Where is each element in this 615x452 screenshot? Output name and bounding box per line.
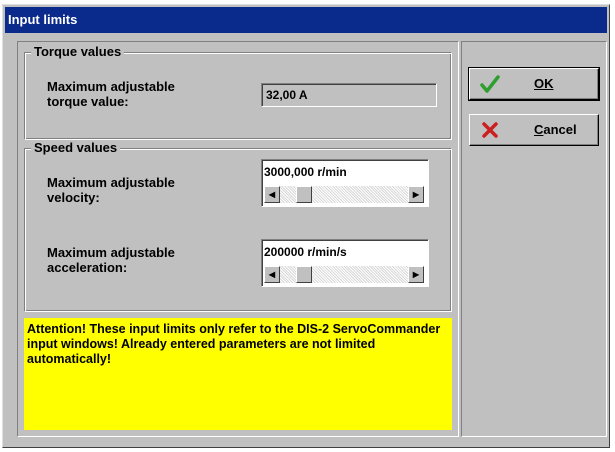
settings-panel: Torque values Maximum adjustable torque … xyxy=(17,41,459,437)
torque-values-group: Torque values Maximum adjustable torque … xyxy=(24,44,452,140)
warning-message: Attention! These input limits only refer… xyxy=(24,318,452,430)
torque-value-display: 32,00 A xyxy=(261,83,437,107)
cancel-mnemonic: C xyxy=(534,122,544,137)
acceleration-scrollbar[interactable]: ◀ ▶ xyxy=(264,266,424,283)
scroll-right-icon[interactable]: ▶ xyxy=(408,186,424,203)
torque-value-label: Maximum adjustable torque value: xyxy=(47,79,175,109)
velocity-field: ◀ ▶ xyxy=(261,159,429,207)
title-bar[interactable]: Input limits xyxy=(5,7,607,33)
acceleration-input[interactable] xyxy=(264,242,424,262)
acceleration-field: ◀ ▶ xyxy=(261,239,429,287)
speed-values-legend: Speed values xyxy=(31,140,121,156)
velocity-scroll-thumb[interactable] xyxy=(296,186,312,203)
button-panel: OK Cancel xyxy=(461,41,607,437)
acceleration-scroll-thumb[interactable] xyxy=(296,266,312,283)
acceleration-label: Maximum adjustable acceleration: xyxy=(47,245,175,275)
velocity-label: Maximum adjustable velocity: xyxy=(47,175,175,205)
ok-button[interactable]: OK xyxy=(468,67,600,101)
cross-icon xyxy=(482,122,498,138)
input-limits-dialog: Input limits Torque values Maximum adjus… xyxy=(2,4,610,448)
cancel-button-label: Cancel xyxy=(534,115,577,145)
scroll-right-icon[interactable]: ▶ xyxy=(408,266,424,283)
cancel-button[interactable]: Cancel xyxy=(469,114,599,146)
checkmark-icon xyxy=(480,75,500,93)
scroll-left-icon[interactable]: ◀ xyxy=(264,266,280,283)
velocity-scrollbar[interactable]: ◀ ▶ xyxy=(264,186,424,203)
torque-values-legend: Torque values xyxy=(31,44,125,60)
scroll-left-icon[interactable]: ◀ xyxy=(264,186,280,203)
ok-button-label: OK xyxy=(534,76,554,91)
speed-values-group: Speed values Maximum adjustable velocity… xyxy=(24,140,452,312)
velocity-input[interactable] xyxy=(264,162,424,182)
cancel-rest: ancel xyxy=(543,122,577,137)
